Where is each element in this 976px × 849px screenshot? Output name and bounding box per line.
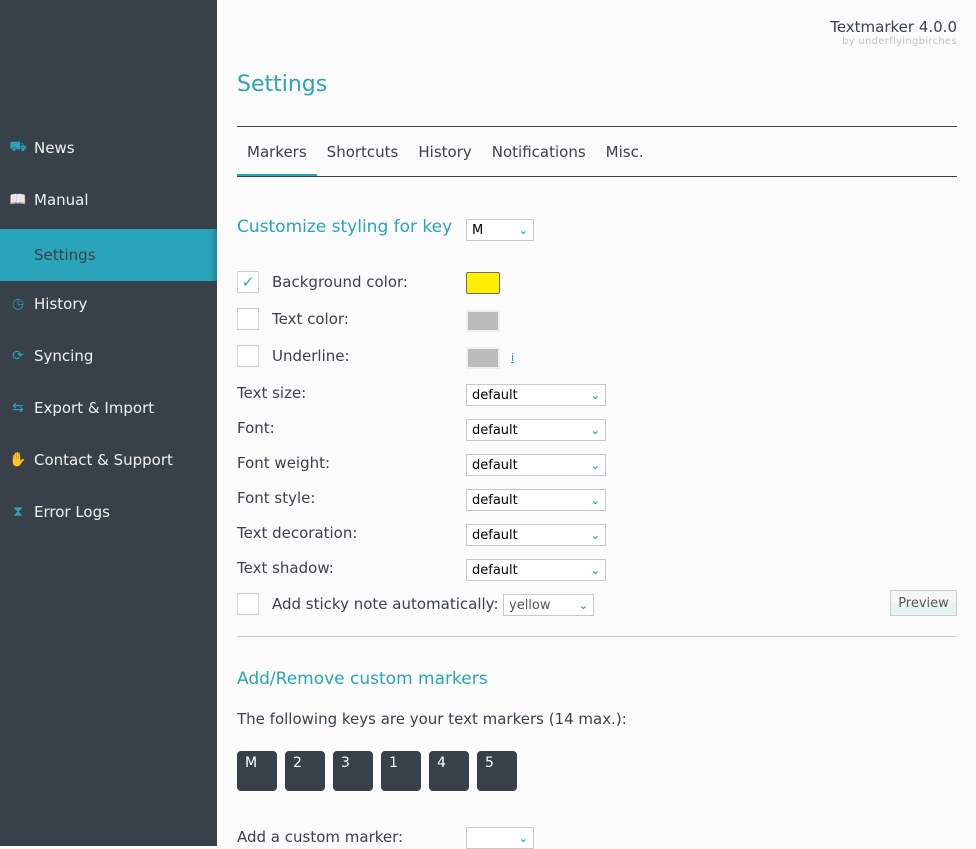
- style-option-label: Text shadow:: [237, 559, 334, 577]
- custom-markers-heading: Add/Remove custom markers: [237, 669, 488, 689]
- hand-icon: ✋: [9, 452, 27, 468]
- text-color-swatch[interactable]: [466, 310, 500, 332]
- tab-misc[interactable]: Misc.: [596, 127, 654, 176]
- key-select[interactable]: M ⌄: [466, 219, 534, 241]
- chevron-down-icon: ⌄: [578, 598, 588, 612]
- dna-icon: ⧗: [13, 504, 23, 520]
- add-marker-label: Add a custom marker:: [237, 828, 404, 846]
- chevron-down-icon: ⌄: [590, 528, 600, 542]
- style-option-label: Font:: [237, 419, 275, 437]
- tab-history[interactable]: History: [408, 127, 481, 176]
- dolly-icon: ⛟: [9, 139, 27, 155]
- chevron-down-icon: ⌄: [590, 423, 600, 437]
- text-color-label: Text color:: [272, 310, 349, 328]
- sync-icon: ⟳: [12, 348, 24, 364]
- marker-key[interactable]: 4: [429, 751, 469, 791]
- marker-key[interactable]: 3: [333, 751, 373, 791]
- clock-icon: ◷: [11, 296, 25, 312]
- style-option-select[interactable]: default ⌄: [466, 489, 606, 511]
- background-color-swatch[interactable]: [466, 272, 500, 294]
- styling-heading: Customize styling for key: [237, 217, 453, 237]
- marker-key[interactable]: 2: [285, 751, 325, 791]
- style-option-label: Font style:: [237, 489, 316, 507]
- divider: [237, 176, 957, 177]
- chevron-down-icon: ⌄: [590, 563, 600, 577]
- marker-key[interactable]: 1: [381, 751, 421, 791]
- sticky-note-checkbox[interactable]: [237, 593, 259, 615]
- chevron-down-icon: ⌄: [590, 388, 600, 402]
- tab-bar: Markers Shortcuts History Notifications …: [237, 127, 654, 177]
- custom-markers-info: The following keys are your text markers…: [237, 710, 627, 728]
- background-color-label: Background color:: [272, 273, 408, 291]
- app-author: by underflyingbirches: [842, 36, 957, 47]
- text-color-checkbox[interactable]: [237, 308, 259, 330]
- style-option-label: Text decoration:: [237, 524, 358, 542]
- background-color-checkbox[interactable]: ✓: [237, 271, 259, 293]
- tab-markers[interactable]: Markers: [237, 127, 317, 177]
- sidebar: ⛟ News 📖 Manual Settings ◷ History ⟳ Syncing…: [0, 0, 217, 846]
- chevron-down-icon: ⌄: [590, 458, 600, 472]
- sticky-note-label: Add sticky note automatically:: [272, 595, 499, 613]
- sidebar-item-news[interactable]: ⛟ News: [0, 122, 217, 174]
- app-name: Textmarker 4.0.0: [830, 18, 957, 36]
- sidebar-item-contact-support[interactable]: ✋ Contact & Support: [0, 434, 217, 486]
- style-option-label: Text size:: [237, 384, 307, 402]
- sidebar-item-settings[interactable]: Settings: [0, 229, 217, 281]
- marker-key[interactable]: 5: [477, 751, 517, 791]
- preview-button[interactable]: Preview: [890, 590, 957, 616]
- underline-color-swatch[interactable]: [466, 347, 500, 369]
- underline-label: Underline:: [272, 347, 350, 365]
- chevron-down-icon: ⌄: [518, 223, 528, 237]
- sidebar-item-export-import[interactable]: ⇆ Export & Import: [0, 382, 217, 434]
- underline-checkbox[interactable]: [237, 345, 259, 367]
- style-option-select[interactable]: default ⌄: [466, 454, 606, 476]
- book-icon: 📖: [9, 192, 27, 208]
- divider: [237, 636, 957, 637]
- tab-shortcuts[interactable]: Shortcuts: [317, 127, 409, 176]
- sidebar-item-manual[interactable]: 📖 Manual: [0, 174, 217, 226]
- info-link[interactable]: i: [511, 351, 514, 364]
- brand: Textmarker 4.0.0 by underflyingbirches: [830, 18, 957, 47]
- marker-key[interactable]: M: [237, 751, 277, 791]
- style-option-select[interactable]: default ⌄: [466, 524, 606, 546]
- sticky-color-select[interactable]: yellow ⌄: [503, 594, 594, 616]
- tab-notifications[interactable]: Notifications: [482, 127, 596, 176]
- chevron-down-icon: ⌄: [590, 493, 600, 507]
- style-option-label: Font weight:: [237, 454, 331, 472]
- page-title: Settings: [237, 72, 328, 97]
- style-option-select[interactable]: default ⌄: [466, 384, 606, 406]
- style-option-select[interactable]: default ⌄: [466, 419, 606, 441]
- exchange-icon: ⇆: [12, 400, 24, 416]
- sidebar-item-error-logs[interactable]: ⧗ Error Logs: [0, 486, 217, 538]
- chevron-down-icon: ⌄: [518, 831, 528, 845]
- style-option-select[interactable]: default ⌄: [466, 559, 606, 581]
- checkmark-icon: ✓: [241, 273, 255, 291]
- sidebar-item-history[interactable]: ◷ History: [0, 278, 217, 330]
- sidebar-item-syncing[interactable]: ⟳ Syncing: [0, 330, 217, 382]
